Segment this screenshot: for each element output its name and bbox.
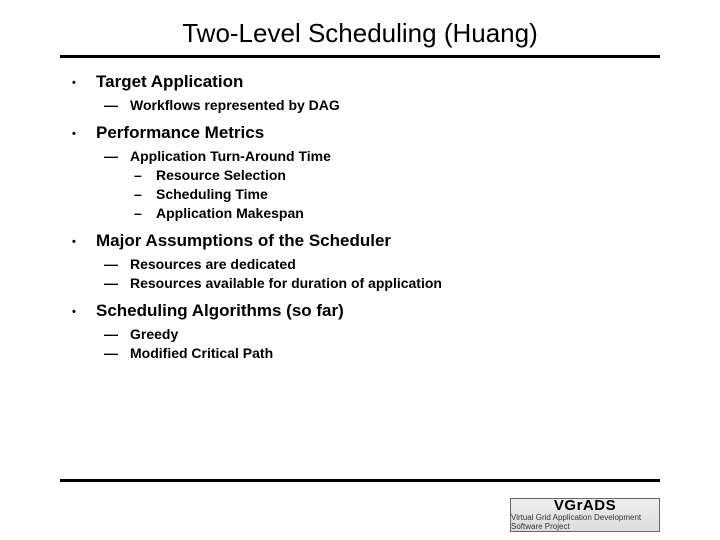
bullet-l1: • Scheduling Algorithms (so far) — [72, 301, 660, 323]
bullet-l1: • Performance Metrics — [72, 123, 660, 145]
logo-main-text: VGrADS — [554, 498, 616, 515]
l2-text: Resources are dedicated — [130, 256, 296, 272]
bullet-l3: – Application Makespan — [134, 205, 660, 221]
bullet-l2: — Modified Critical Path — [104, 345, 660, 361]
dash-icon: — — [104, 97, 130, 113]
l2-text: Resources available for duration of appl… — [130, 275, 442, 291]
bullet-l2: — Greedy — [104, 326, 660, 342]
dot-icon: • — [72, 301, 96, 323]
dash-icon: — — [104, 345, 130, 361]
bullet-l2: — Application Turn-Around Time — [104, 148, 660, 164]
title-rule — [60, 55, 660, 58]
endash-icon: – — [134, 167, 156, 183]
endash-icon: – — [134, 205, 156, 221]
l3-text: Resource Selection — [156, 167, 286, 183]
l2-text: Workflows represented by DAG — [130, 97, 340, 113]
l2-text: Modified Critical Path — [130, 345, 273, 361]
slide-title: Two-Level Scheduling (Huang) — [0, 18, 720, 49]
l2-text: Greedy — [130, 326, 178, 342]
bullet-l2: — Resources available for duration of ap… — [104, 275, 660, 291]
l3-text: Application Makespan — [156, 205, 304, 221]
dash-icon: — — [104, 256, 130, 272]
bullet-l2: — Resources are dedicated — [104, 256, 660, 272]
slide-content: • Target Application — Workflows represe… — [0, 72, 720, 361]
l1-text: Major Assumptions of the Scheduler — [96, 231, 391, 251]
bullet-l1: • Target Application — [72, 72, 660, 94]
vgrads-logo: VGrADS Virtual Grid Application Developm… — [510, 498, 660, 532]
l3-text: Scheduling Time — [156, 186, 268, 202]
dash-icon: — — [104, 148, 130, 164]
endash-icon: – — [134, 186, 156, 202]
logo-sub-text: Virtual Grid Application Development Sof… — [511, 514, 659, 532]
bullet-l2: — Workflows represented by DAG — [104, 97, 660, 113]
footer-rule — [60, 479, 660, 482]
dash-icon: — — [104, 326, 130, 342]
bullet-l3: – Resource Selection — [134, 167, 660, 183]
bullet-l1: • Major Assumptions of the Scheduler — [72, 231, 660, 253]
l2-text: Application Turn-Around Time — [130, 148, 331, 164]
dot-icon: • — [72, 231, 96, 253]
dot-icon: • — [72, 123, 96, 145]
l1-text: Performance Metrics — [96, 123, 264, 143]
l1-text: Scheduling Algorithms (so far) — [96, 301, 344, 321]
l1-text: Target Application — [96, 72, 243, 92]
dot-icon: • — [72, 72, 96, 94]
dash-icon: — — [104, 275, 130, 291]
bullet-l3: – Scheduling Time — [134, 186, 660, 202]
